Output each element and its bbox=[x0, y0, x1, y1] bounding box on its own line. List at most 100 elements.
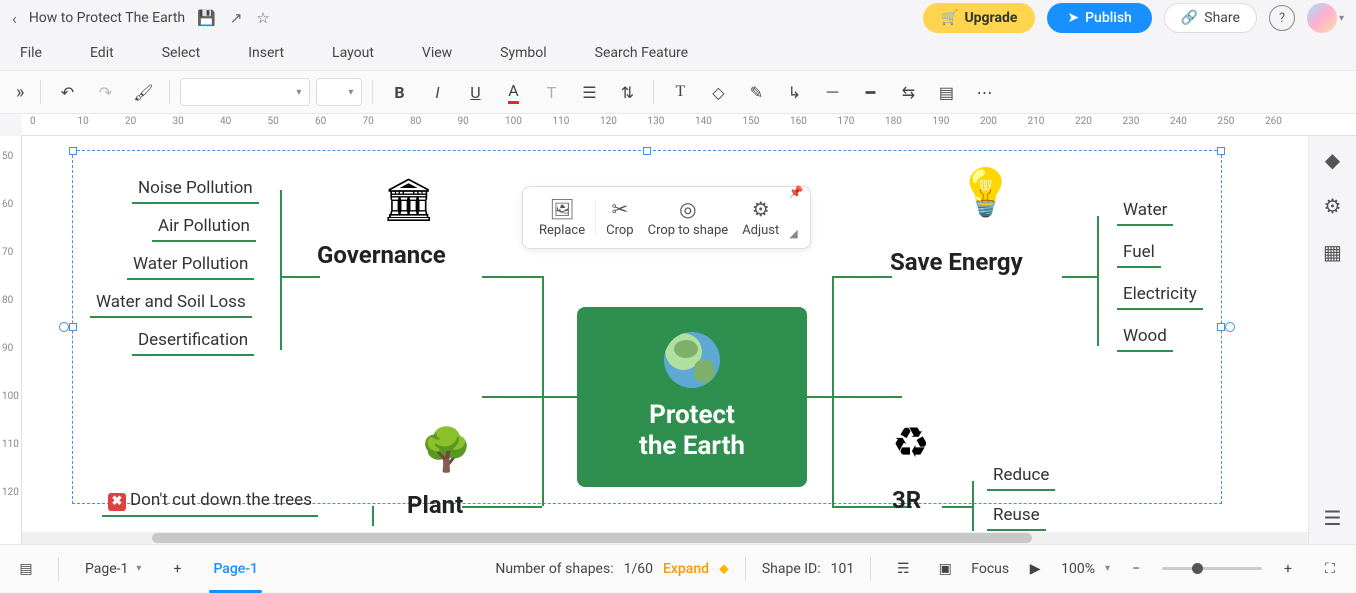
page-tab[interactable]: Page-1 bbox=[203, 555, 268, 583]
focus-button[interactable]: ▣ bbox=[929, 553, 961, 585]
arrange-button[interactable]: ▤ bbox=[930, 76, 962, 108]
branch-3r[interactable]: 3R bbox=[892, 486, 921, 514]
image-context-toolbar: 📌 🖼Replace ✂Crop ◎Crop to shape ⚙Adjust … bbox=[522, 186, 811, 249]
crop-to-shape-button[interactable]: ◎Crop to shape bbox=[644, 195, 733, 240]
menu-file[interactable]: File bbox=[20, 45, 42, 61]
resize-handle[interactable] bbox=[69, 147, 77, 155]
rotate-handle[interactable] bbox=[1225, 322, 1235, 332]
align-button[interactable]: ☰ bbox=[573, 76, 605, 108]
present-button[interactable]: ▶ bbox=[1019, 553, 1051, 585]
branch-governance[interactable]: Governance bbox=[317, 241, 446, 269]
line-style-button[interactable]: ─ bbox=[816, 76, 848, 108]
menu-search[interactable]: Search Feature bbox=[595, 45, 688, 61]
horizontal-scrollbar[interactable] bbox=[22, 532, 1308, 544]
resize-handle[interactable] bbox=[69, 323, 77, 331]
pin-icon[interactable]: 📌 bbox=[789, 185, 804, 199]
redo-button[interactable]: ↷ bbox=[89, 76, 121, 108]
crop-shape-icon: ◎ bbox=[679, 197, 696, 221]
italic-button[interactable]: I bbox=[421, 76, 453, 108]
rotate-handle[interactable] bbox=[59, 322, 69, 332]
leaf-air[interactable]: Air Pollution bbox=[152, 212, 256, 242]
diamond-icon: ⬥ bbox=[719, 561, 729, 577]
menu-edit[interactable]: Edit bbox=[90, 45, 114, 61]
font-color-button[interactable]: A bbox=[497, 76, 529, 108]
shapes-count-value: 1/60 bbox=[624, 561, 653, 577]
connector-button[interactable]: ↳ bbox=[778, 76, 810, 108]
leaf-soil-loss[interactable]: Water and Soil Loss bbox=[90, 288, 252, 318]
font-size-select[interactable]: ▾ bbox=[316, 78, 362, 106]
properties-icon[interactable]: ⚙ bbox=[1324, 194, 1342, 218]
format-painter-button[interactable]: 🖌 bbox=[127, 76, 159, 108]
leaf-dont-cut[interactable]: ✖Don't cut down the trees bbox=[102, 486, 318, 517]
share-label: Share bbox=[1204, 10, 1240, 26]
export-icon[interactable]: ↗ bbox=[230, 9, 243, 27]
zoom-out-button[interactable]: − bbox=[1120, 553, 1152, 585]
central-title-2: the Earth bbox=[639, 431, 745, 462]
crop-button[interactable]: ✂Crop bbox=[602, 195, 637, 240]
avatar[interactable] bbox=[1307, 3, 1337, 33]
leaf-electricity[interactable]: Electricity bbox=[1117, 280, 1203, 310]
send-icon: ➤ bbox=[1067, 10, 1079, 26]
zoom-slider[interactable] bbox=[1162, 567, 1262, 570]
grid-icon[interactable]: ▦ bbox=[1323, 240, 1342, 264]
focus-label[interactable]: Focus bbox=[971, 561, 1009, 577]
publish-button[interactable]: ➤ Publish bbox=[1047, 3, 1151, 33]
branch-save-energy[interactable]: Save Energy bbox=[890, 248, 1023, 276]
canvas[interactable]: Protect the Earth 🏛 Governance Noise Pol… bbox=[22, 136, 1308, 544]
outline-view-button[interactable]: ▤ bbox=[10, 553, 42, 585]
more-button[interactable]: ⋯ bbox=[968, 76, 1000, 108]
expand-toolbar-icon[interactable]: » bbox=[10, 82, 30, 103]
arrow-style-button[interactable]: ⇆ bbox=[892, 76, 924, 108]
upgrade-button[interactable]: 🛒 Upgrade bbox=[923, 3, 1035, 33]
adjust-label: Adjust bbox=[742, 223, 779, 238]
resize-handle[interactable] bbox=[1217, 147, 1225, 155]
scrollbar-thumb[interactable] bbox=[152, 533, 1032, 543]
resize-handle[interactable] bbox=[643, 147, 651, 155]
line-weight-button[interactable]: ━ bbox=[854, 76, 886, 108]
fill-color-button[interactable]: ◇ bbox=[702, 76, 734, 108]
expand-link[interactable]: Expand bbox=[663, 561, 709, 577]
leaf-water[interactable]: Water bbox=[1117, 196, 1173, 226]
add-page-button[interactable]: + bbox=[161, 553, 193, 585]
replace-image-button[interactable]: 🖼Replace bbox=[535, 195, 589, 240]
page-selector-label: Page-1 bbox=[85, 561, 128, 577]
text-tool-button[interactable]: T bbox=[664, 76, 696, 108]
menu-select[interactable]: Select bbox=[162, 45, 200, 61]
share-button[interactable]: 🔗 Share bbox=[1164, 3, 1257, 33]
page-selector[interactable]: Page-1▾ bbox=[75, 557, 151, 581]
menu-insert[interactable]: Insert bbox=[248, 45, 284, 61]
font-family-select[interactable]: ▾ bbox=[180, 78, 310, 106]
zoom-value[interactable]: 100% bbox=[1061, 561, 1095, 577]
back-button[interactable]: ‹ bbox=[12, 9, 17, 28]
leaf-wood[interactable]: Wood bbox=[1117, 322, 1173, 352]
leaf-noise[interactable]: Noise Pollution bbox=[132, 174, 259, 204]
zoom-in-button[interactable]: + bbox=[1272, 553, 1304, 585]
leaf-reduce[interactable]: Reduce bbox=[987, 461, 1055, 491]
leaf-water-pollution[interactable]: Water Pollution bbox=[127, 250, 254, 280]
help-button[interactable]: ? bbox=[1269, 5, 1295, 31]
theme-icon[interactable]: ◆ bbox=[1325, 148, 1340, 172]
menu-symbol[interactable]: Symbol bbox=[500, 45, 546, 61]
save-icon[interactable]: 💾 bbox=[197, 9, 216, 27]
underline-button[interactable]: U bbox=[459, 76, 491, 108]
branch-plant[interactable]: Plant bbox=[407, 491, 463, 519]
leaf-desertification[interactable]: Desertification bbox=[132, 326, 254, 356]
line-color-button[interactable]: ✎ bbox=[740, 76, 772, 108]
clear-format-button[interactable]: T bbox=[535, 76, 567, 108]
menu-layout[interactable]: Layout bbox=[332, 45, 374, 61]
avatar-dropdown-icon[interactable]: ▾ bbox=[1339, 13, 1344, 24]
central-topic[interactable]: Protect the Earth bbox=[577, 307, 807, 487]
leaf-fuel[interactable]: Fuel bbox=[1117, 238, 1161, 268]
resize-handle[interactable] bbox=[1217, 323, 1225, 331]
layers-button[interactable]: ☴ bbox=[887, 553, 919, 585]
expand-corner-icon[interactable]: ◢ bbox=[789, 227, 797, 240]
leaf-reuse[interactable]: Reuse bbox=[987, 501, 1046, 531]
star-icon[interactable]: ☆ bbox=[256, 9, 269, 27]
undo-button[interactable]: ↶ bbox=[51, 76, 83, 108]
bold-button[interactable]: B bbox=[383, 76, 415, 108]
list-icon[interactable]: ☰ bbox=[1324, 506, 1342, 530]
line-spacing-button[interactable]: ⇅ bbox=[611, 76, 643, 108]
adjust-button[interactable]: ⚙Adjust bbox=[738, 195, 783, 240]
fit-screen-button[interactable]: ⛶ bbox=[1314, 553, 1346, 585]
menu-view[interactable]: View bbox=[422, 45, 452, 61]
